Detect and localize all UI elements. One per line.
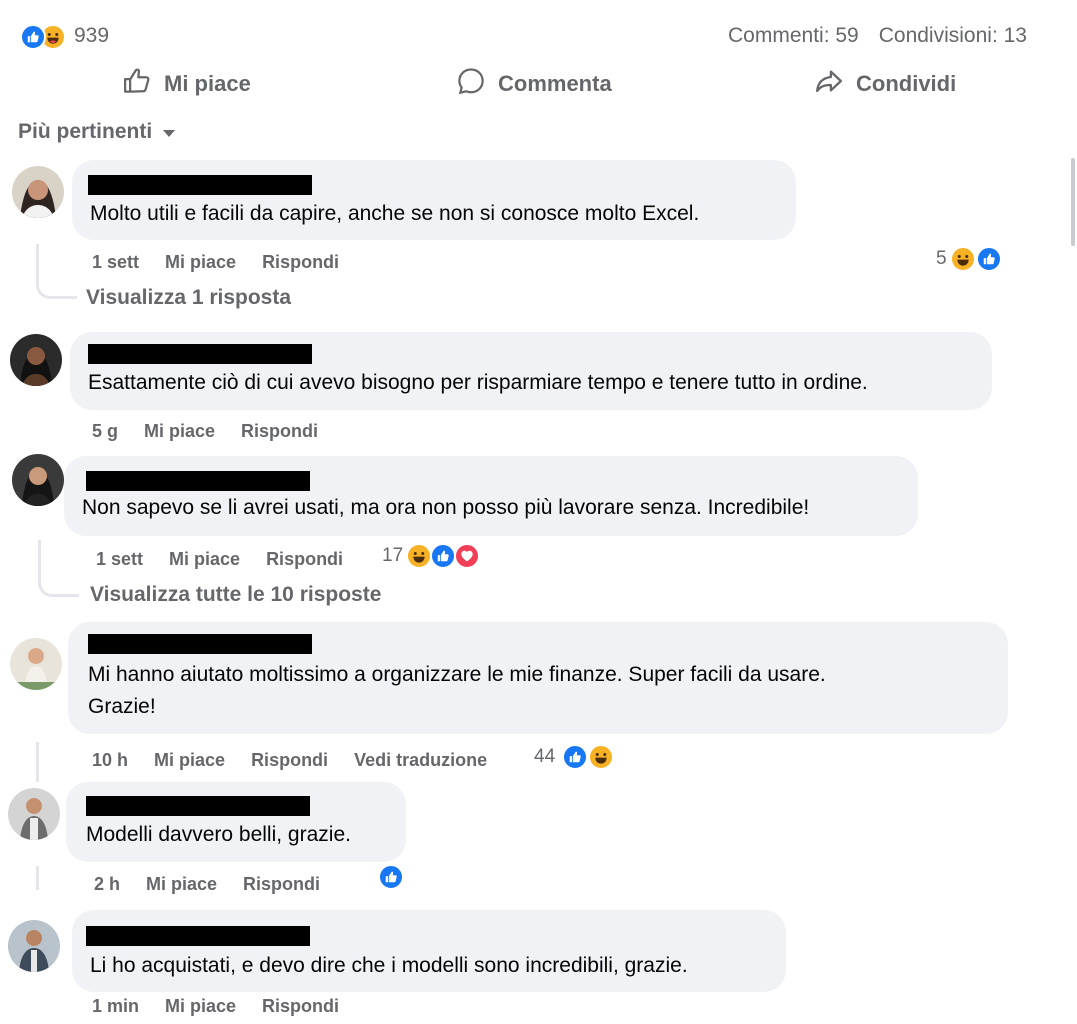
comment-text: Esattamente ciò di cui avevo bisogno per… <box>88 371 868 394</box>
comment-bubble: Molto utili e facili da capire, anche se… <box>72 160 796 240</box>
haha-icon <box>950 246 976 272</box>
comment-like-button[interactable]: Mi piace <box>165 252 236 273</box>
caret-down-icon <box>162 120 176 144</box>
comment-button-label: Commenta <box>498 71 612 96</box>
thumbs-up-icon <box>122 66 152 102</box>
comment-reply-button[interactable]: Rispondi <box>251 750 328 771</box>
haha-icon <box>406 543 432 569</box>
scrollbar[interactable] <box>1071 158 1075 246</box>
share-button[interactable]: Condividi <box>814 66 956 102</box>
comment-actions: 2 h Mi piace Rispondi <box>94 874 320 895</box>
thread-line <box>36 244 77 299</box>
redacted-author-name <box>86 926 310 946</box>
like-button-label: Mi piace <box>164 71 251 96</box>
like-icon[interactable] <box>378 864 404 890</box>
comment-actions: 1 min Mi piace Rispondi <box>92 996 339 1017</box>
comment-text-line-2: Grazie! <box>88 695 156 718</box>
comment-text-line-1: Mi hanno aiutato moltissimo a organizzar… <box>88 663 826 686</box>
shares-count[interactable]: Condivisioni: 13 <box>879 24 1027 48</box>
comment-reactions[interactable]: 5 <box>936 244 1008 274</box>
comment-text: Non sapevo se li avrei usati, ma ora non… <box>82 496 810 519</box>
reaction-count: 17 <box>382 545 404 566</box>
comment-button[interactable]: Commenta <box>456 66 612 102</box>
redacted-author-name <box>86 471 310 491</box>
comment-actions: 5 g Mi piace Rispondi <box>92 421 318 442</box>
reaction-summary[interactable]: 939 <box>20 22 140 52</box>
comment-reactions[interactable]: 44 <box>534 742 618 772</box>
redacted-author-name <box>86 796 310 816</box>
post-stats: Commenti: 59 Condivisioni: 13 <box>728 24 1027 48</box>
comment-time[interactable]: 10 h <box>92 750 128 771</box>
redacted-author-name <box>88 175 312 195</box>
avatar[interactable] <box>10 334 62 386</box>
like-icon <box>976 246 1002 272</box>
view-replies-link[interactable]: Visualizza tutte le 10 risposte <box>90 583 381 607</box>
comment-like-button[interactable]: Mi piace <box>169 549 240 570</box>
comments-count[interactable]: Commenti: 59 <box>728 24 859 48</box>
avatar[interactable] <box>12 166 64 218</box>
comment-like-button[interactable]: Mi piace <box>144 421 215 442</box>
comment-actions: 1 sett Mi piace Rispondi <box>92 252 339 273</box>
comment-actions: 10 h Mi piace Rispondi Vedi traduzione <box>92 750 487 771</box>
avatar[interactable] <box>12 454 64 506</box>
comment-sort-dropdown[interactable]: Più pertinenti <box>18 120 176 144</box>
view-replies-link[interactable]: Visualizza 1 risposta <box>86 286 291 310</box>
comment-actions: 1 sett Mi piace Rispondi <box>96 549 343 570</box>
comment-reactions[interactable]: 17 <box>382 541 486 571</box>
comment-bubble: Esattamente ciò di cui avevo bisogno per… <box>70 332 992 410</box>
comment-reply-button[interactable]: Rispondi <box>241 421 318 442</box>
sort-label: Più pertinenti <box>18 120 153 143</box>
like-icon <box>430 543 456 569</box>
thread-line <box>36 866 39 890</box>
comment-bubble: Li ho acquistati, e devo dire che i mode… <box>72 910 786 992</box>
comment-like-button[interactable]: Mi piace <box>146 874 217 895</box>
comment-like-button[interactable]: Mi piace <box>154 750 225 771</box>
redacted-author-name <box>88 634 312 654</box>
share-button-label: Condividi <box>856 71 957 96</box>
comment-reply-button[interactable]: Rispondi <box>266 549 343 570</box>
comment-bubble-icon <box>456 66 486 102</box>
comment-reply-button[interactable]: Rispondi <box>262 996 339 1017</box>
redacted-author-name <box>88 344 312 364</box>
reaction-count: 939 <box>74 24 110 47</box>
comment-reply-button[interactable]: Rispondi <box>243 874 320 895</box>
comment-time[interactable]: 1 min <box>92 996 139 1017</box>
comment-reply-button[interactable]: Rispondi <box>262 252 339 273</box>
comment-time[interactable]: 2 h <box>94 874 120 895</box>
comment-time[interactable]: 1 sett <box>96 549 143 570</box>
comment-text: Molto utili e facili da capire, anche se… <box>90 202 700 225</box>
comment-text: Modelli davvero belli, grazie. <box>86 823 351 846</box>
comment-time[interactable]: 5 g <box>92 421 118 442</box>
avatar[interactable] <box>8 788 60 840</box>
thread-line <box>38 540 79 597</box>
love-icon <box>454 543 480 569</box>
comment-bubble: Modelli davvero belli, grazie. <box>66 782 406 862</box>
share-arrow-icon <box>814 66 844 102</box>
thread-line <box>36 742 39 782</box>
see-translation-link[interactable]: Vedi traduzione <box>354 750 487 771</box>
comment-text: Li ho acquistati, e devo dire che i mode… <box>90 954 688 977</box>
comment-bubble: Non sapevo se li avrei usati, ma ora non… <box>64 456 918 536</box>
like-icon <box>562 744 588 770</box>
reaction-count: 44 <box>534 746 556 767</box>
comment-time[interactable]: 1 sett <box>92 252 139 273</box>
reaction-count: 5 <box>936 248 947 269</box>
comment-like-button[interactable]: Mi piace <box>165 996 236 1017</box>
avatar[interactable] <box>8 920 60 972</box>
comment-bubble: Mi hanno aiutato moltissimo a organizzar… <box>68 622 1008 734</box>
avatar[interactable] <box>10 638 62 690</box>
haha-icon <box>588 744 614 770</box>
like-button[interactable]: Mi piace <box>122 66 251 102</box>
like-icon <box>20 24 46 50</box>
